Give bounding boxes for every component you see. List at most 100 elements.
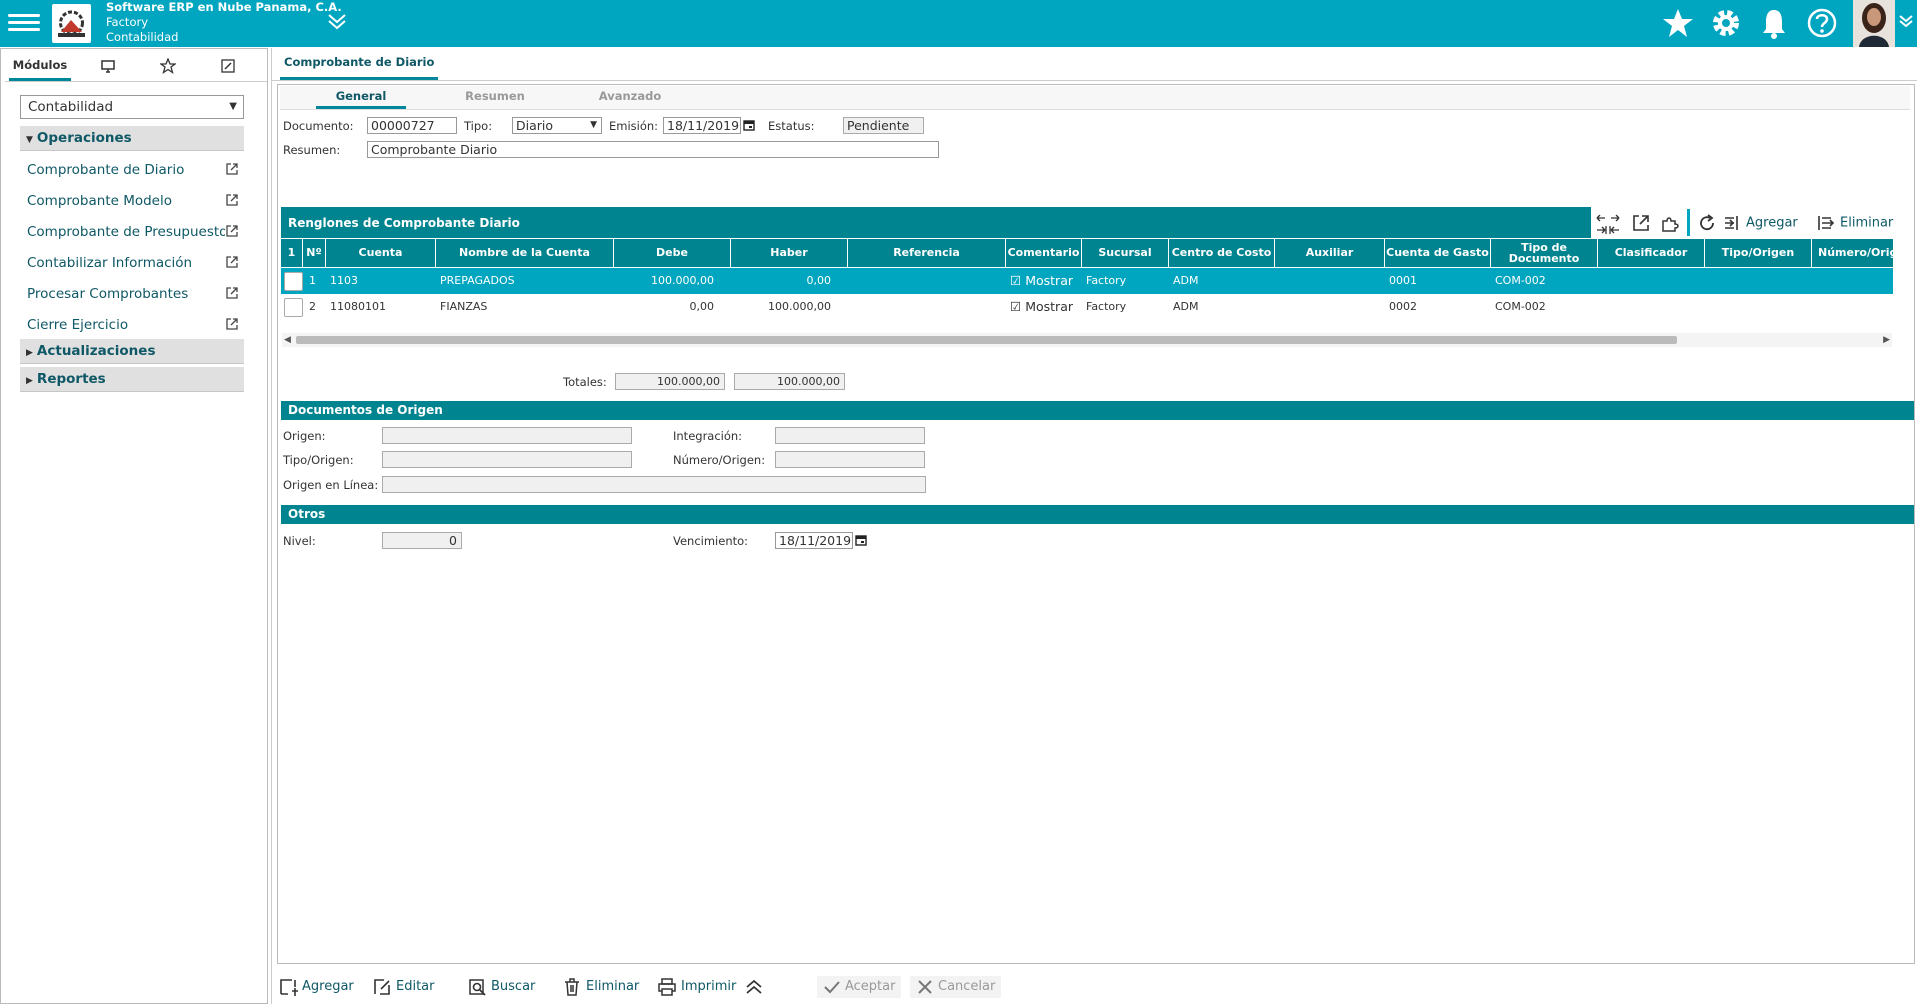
cancelar-button[interactable]: Cancelar — [910, 976, 1002, 998]
cell-centro[interactable]: ADM — [1173, 294, 1199, 320]
group-actualizaciones[interactable]: ▶ Actualizaciones — [20, 339, 244, 364]
origen-field[interactable] — [382, 427, 632, 444]
cell-sucursal[interactable]: Factory — [1086, 268, 1126, 294]
grid-eliminar-button[interactable]: Eliminar — [1816, 213, 1893, 233]
help-icon[interactable] — [1804, 5, 1840, 41]
chevron-down-icon[interactable] — [1897, 12, 1915, 34]
group-operaciones[interactable]: ▼ Operaciones — [20, 126, 244, 151]
tipo-select[interactable]: Diario ▼ — [512, 117, 602, 134]
bell-icon[interactable] — [1756, 5, 1792, 41]
col-header-select[interactable]: 1 — [281, 239, 303, 267]
tab-modulos[interactable]: Módulos — [9, 53, 71, 81]
table-row[interactable]: 1 1103 PREPAGADOS 100.000,00 0,00 ☑ Most… — [281, 268, 1893, 294]
origen-linea-field[interactable] — [382, 476, 926, 493]
col-header-cuenta[interactable]: Cuenta — [326, 239, 436, 267]
col-header-numero-origen[interactable]: Número/Origen — [1812, 239, 1893, 267]
tab-comprobante-diario[interactable]: Comprobante de Diario — [280, 52, 439, 80]
agregar-button[interactable]: Agregar — [278, 976, 354, 998]
menu-item-comprobante-presupuesto[interactable]: Comprobante de Presupuesto — [27, 222, 239, 242]
vencimiento-field[interactable]: 18/11/2019 — [775, 532, 853, 549]
eliminar-button[interactable]: Eliminar — [562, 976, 639, 998]
module-select[interactable]: Contabilidad ▼ — [20, 95, 244, 119]
export-icon[interactable] — [1631, 213, 1651, 233]
menu-item-procesar[interactable]: Procesar Comprobantes — [27, 284, 239, 304]
menu-item-cierre[interactable]: Cierre Ejercicio — [27, 315, 239, 335]
external-link-icon[interactable] — [225, 255, 239, 269]
subtab-avanzado[interactable]: Avanzado — [585, 89, 675, 109]
refresh-icon[interactable] — [1697, 213, 1717, 233]
row-checkbox[interactable] — [284, 272, 303, 291]
col-header-auxiliar[interactable]: Auxiliar — [1275, 239, 1385, 267]
scrollbar-thumb[interactable] — [296, 336, 1677, 344]
cell-nombre[interactable]: PREPAGADOS — [440, 268, 515, 294]
aceptar-button[interactable]: Aceptar — [817, 976, 902, 998]
cell-haber[interactable]: 100.000,00 — [731, 294, 831, 320]
external-link-icon[interactable] — [225, 286, 239, 300]
emision-field[interactable]: 18/11/2019 — [663, 117, 741, 134]
external-link-icon[interactable] — [225, 193, 239, 207]
external-link-icon[interactable] — [225, 224, 239, 238]
cell-comentario[interactable]: ☑ Mostrar — [1010, 268, 1073, 294]
col-header-tipo-origen[interactable]: Tipo/Origen — [1705, 239, 1812, 267]
subtab-resumen[interactable]: Resumen — [450, 89, 540, 109]
double-chevron-up-icon[interactable] — [744, 976, 768, 998]
cell-tipodoc[interactable]: COM-002 — [1495, 294, 1546, 320]
col-header-tipodoc[interactable]: Tipo de Documento — [1491, 239, 1598, 267]
col-header-gasto[interactable]: Cuenta de Gasto — [1385, 239, 1491, 267]
resize-columns-icon[interactable] — [1594, 210, 1622, 234]
external-link-icon[interactable] — [225, 317, 239, 331]
col-header-sucursal[interactable]: Sucursal — [1082, 239, 1169, 267]
edit-icon[interactable] — [213, 53, 243, 81]
cell-sucursal[interactable]: Factory — [1086, 294, 1126, 320]
col-header-centro[interactable]: Centro de Costo — [1169, 239, 1275, 267]
numero-origen-field[interactable] — [775, 451, 925, 468]
buscar-button[interactable]: Buscar — [467, 976, 535, 998]
grid-horizontal-scrollbar[interactable]: ◀ ▶ — [282, 333, 1892, 347]
col-header-referencia[interactable]: Referencia — [848, 239, 1006, 267]
scroll-left-icon[interactable]: ◀ — [284, 333, 291, 347]
imprimir-button[interactable]: Imprimir — [657, 976, 736, 998]
avatar[interactable] — [1853, 0, 1895, 47]
tipo-origen-field[interactable] — [382, 451, 632, 468]
cell-debe[interactable]: 100.000,00 — [614, 268, 714, 294]
menu-item-contabilizar[interactable]: Contabilizar Información — [27, 253, 239, 273]
col-header-debe[interactable]: Debe — [614, 239, 731, 267]
calendar-icon[interactable] — [743, 119, 755, 131]
menu-item-comprobante-diario[interactable]: Comprobante de Diario — [27, 160, 239, 180]
integracion-field[interactable] — [775, 427, 925, 444]
editar-button[interactable]: Editar — [372, 976, 435, 998]
cell-comentario[interactable]: ☑ Mostrar — [1010, 294, 1073, 320]
resumen-field[interactable]: Comprobante Diario — [367, 141, 939, 158]
menu-icon[interactable] — [8, 10, 40, 36]
table-row[interactable]: 2 11080101 FIANZAS 0,00 100.000,00 ☑ Mos… — [281, 294, 1893, 320]
col-header-comentario[interactable]: Comentario — [1006, 239, 1082, 267]
puzzle-icon[interactable] — [1660, 213, 1680, 233]
monitor-icon[interactable] — [93, 53, 123, 81]
cell-gasto[interactable]: 0001 — [1389, 268, 1417, 294]
cell-nombre[interactable]: FIANZAS — [440, 294, 487, 320]
cell-haber[interactable]: 0,00 — [731, 268, 832, 294]
col-header-haber[interactable]: Haber — [731, 239, 848, 267]
cell-centro[interactable]: ADM — [1173, 268, 1199, 294]
menu-item-comprobante-modelo[interactable]: Comprobante Modelo — [27, 191, 239, 211]
calendar-icon[interactable] — [855, 534, 867, 546]
favorites-star-icon[interactable] — [153, 53, 183, 81]
row-checkbox[interactable] — [284, 298, 303, 317]
star-icon[interactable] — [1660, 5, 1696, 41]
col-header-clasificador[interactable]: Clasificador — [1598, 239, 1705, 267]
group-reportes[interactable]: ▶ Reportes — [20, 367, 244, 392]
cell-cuenta[interactable]: 1103 — [330, 268, 358, 294]
scroll-right-icon[interactable]: ▶ — [1883, 333, 1890, 347]
nivel-field[interactable]: 0 — [382, 532, 462, 549]
gear-icon[interactable] — [1708, 5, 1744, 41]
col-header-nombre[interactable]: Nombre de la Cuenta — [436, 239, 614, 267]
subtab-general[interactable]: General — [316, 89, 406, 109]
cell-cuenta[interactable]: 11080101 — [330, 294, 386, 320]
cell-gasto[interactable]: 0002 — [1389, 294, 1417, 320]
cell-tipodoc[interactable]: COM-002 — [1495, 268, 1546, 294]
double-chevron-down-icon[interactable] — [326, 12, 348, 34]
grid-agregar-button[interactable]: Agregar — [1722, 213, 1798, 233]
documento-field[interactable]: 00000727 — [367, 117, 457, 134]
external-link-icon[interactable] — [225, 162, 239, 176]
col-header-no[interactable]: Nº — [303, 239, 326, 267]
